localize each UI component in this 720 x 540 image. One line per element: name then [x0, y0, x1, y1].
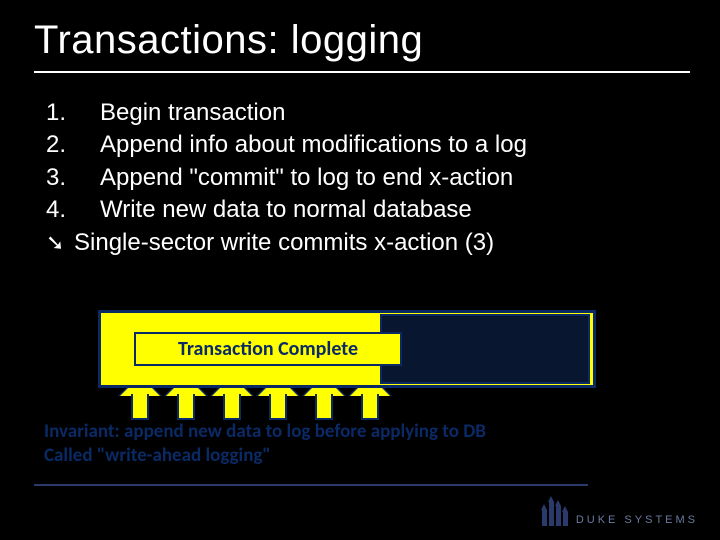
numbered-list: 1. Begin transaction 2. Append info abou…: [0, 73, 720, 259]
list-text: Begin transaction: [100, 97, 720, 129]
list-number: 2.: [46, 129, 100, 161]
list-item: 2. Append info about modifications to a …: [46, 129, 720, 161]
list-number: 3.: [46, 162, 100, 194]
invariant-line-1: Invariant: append new data to log before…: [44, 420, 486, 444]
diagram: Transaction Complete: [60, 310, 660, 420]
conclusion-row: ➘ Single-sector write commits x-action (…: [46, 227, 720, 259]
footer-rule: [34, 484, 588, 486]
chapel-icon: [542, 496, 568, 526]
footer-logo-text: Duke Systems: [576, 514, 698, 526]
dark-panel: [380, 314, 590, 384]
slide: Transactions: logging 1. Begin transacti…: [0, 0, 720, 540]
footer-logo: Duke Systems: [542, 496, 698, 526]
conclusion-text: Single-sector write commits x-action (3): [74, 227, 720, 259]
list-text: Write new data to normal database: [100, 194, 720, 226]
list-number: 1.: [46, 97, 100, 129]
down-right-arrow-icon: ➘: [46, 228, 74, 258]
transaction-complete-label: Transaction Complete: [134, 332, 402, 366]
list-item: 4. Write new data to normal database: [46, 194, 720, 226]
list-text: Append info about modifications to a log: [100, 129, 720, 161]
invariant-line-2: Called "write-ahead logging": [44, 444, 486, 468]
list-item: 1. Begin transaction: [46, 97, 720, 129]
list-number: 4.: [46, 194, 100, 226]
list-text: Append "commit" to log to end x-action: [100, 162, 720, 194]
invariant-text: Invariant: append new data to log before…: [44, 420, 486, 468]
list-item: 3. Append "commit" to log to end x-actio…: [46, 162, 720, 194]
slide-title: Transactions: logging: [0, 0, 720, 67]
